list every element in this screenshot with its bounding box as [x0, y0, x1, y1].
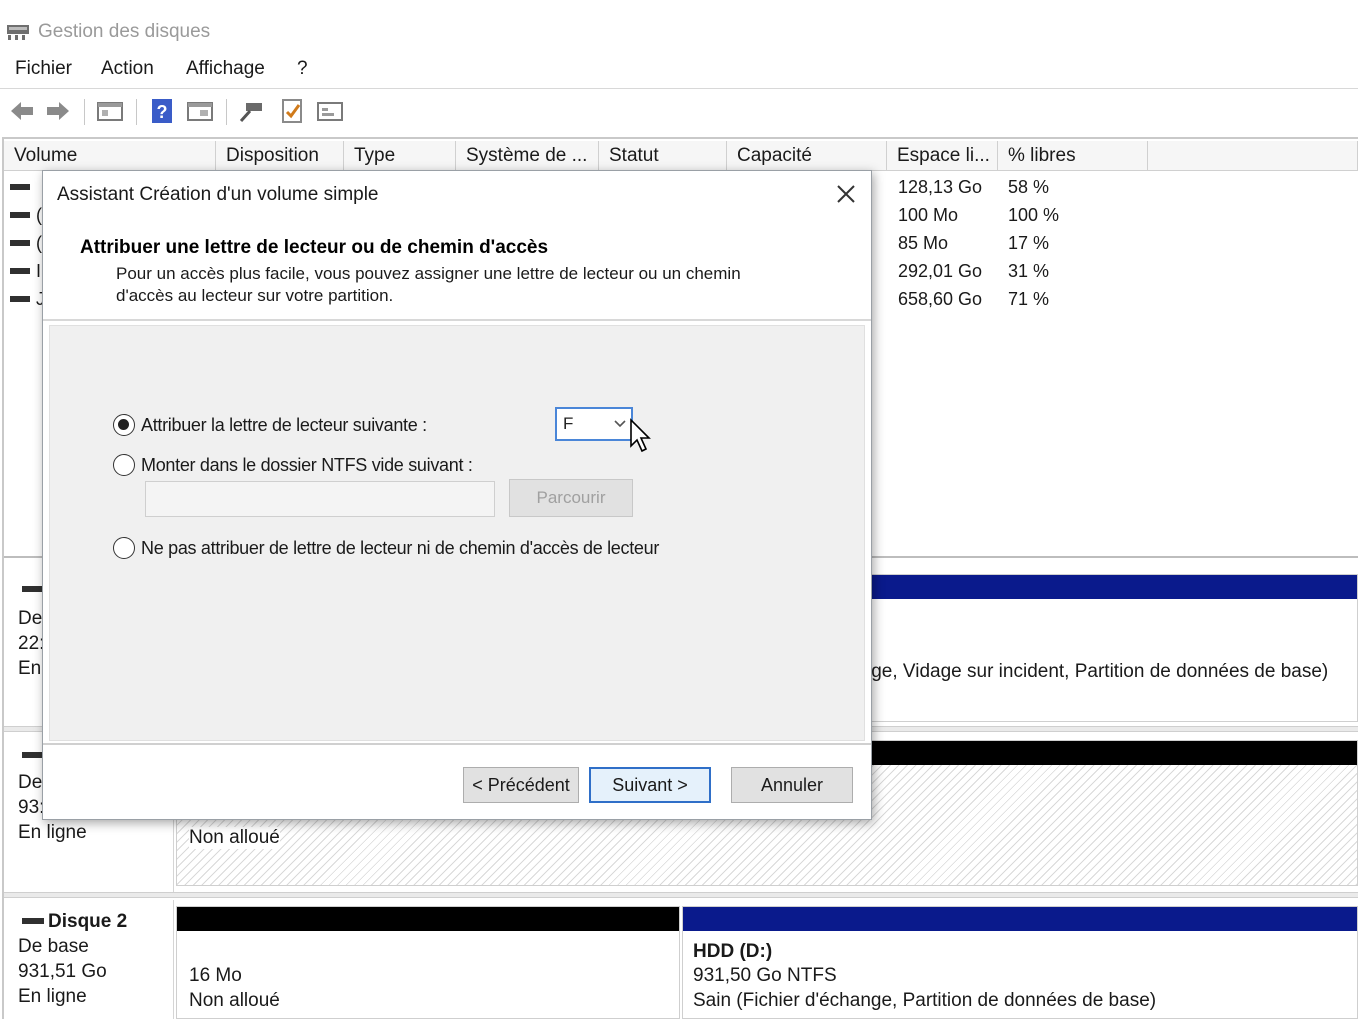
disk-icon [22, 918, 44, 924]
next-button[interactable]: Suivant > [589, 767, 711, 803]
chevron-down-icon [614, 420, 626, 428]
column-type[interactable]: Type [344, 141, 456, 171]
radio-assign-letter[interactable]: Attribuer la lettre de lecteur suivante … [113, 413, 433, 439]
column-volume[interactable]: Volume [4, 141, 216, 171]
forward-arrow-icon[interactable] [44, 97, 72, 125]
column-free-space[interactable]: Espace li... [887, 141, 998, 171]
back-button[interactable]: < Précédent [463, 767, 579, 803]
console-tree-icon[interactable] [96, 97, 124, 125]
disk-icon [22, 586, 44, 592]
column-percent-free[interactable]: % libres [998, 141, 1148, 171]
radio-button[interactable] [113, 454, 135, 476]
volume-icon [10, 268, 30, 274]
connect-disk-icon[interactable] [238, 97, 266, 125]
svg-text:?: ? [157, 102, 168, 122]
view-list-icon[interactable] [316, 97, 344, 125]
close-icon[interactable] [833, 181, 859, 207]
menu-fichier[interactable]: Fichier [15, 58, 72, 80]
properties-icon[interactable] [186, 97, 214, 125]
disk-2-label[interactable]: Disque 2 De base 931,51 Go En ligne [8, 900, 174, 1019]
cancel-button[interactable]: Annuler [731, 767, 853, 803]
radio-no-letter[interactable]: Ne pas attribuer de lettre de lecteur ni… [113, 536, 693, 562]
volume-icon [10, 296, 30, 302]
window-title: Gestion des disques [38, 21, 211, 42]
disk-icon [22, 752, 44, 758]
volume-icon [10, 184, 30, 190]
volume-icon [10, 240, 30, 246]
column-capacity[interactable]: Capacité [727, 141, 887, 171]
mouse-pointer-icon [630, 418, 651, 453]
header-divider [43, 319, 871, 321]
toolbar-separator [84, 99, 85, 125]
toolbar-separator [136, 99, 137, 125]
menu-help[interactable]: ? [297, 58, 308, 80]
folder-path-input[interactable] [145, 481, 495, 517]
disk-management-icon [7, 25, 29, 40]
dialog-body [49, 325, 865, 741]
disk-separator [4, 892, 1358, 898]
help-icon[interactable]: ? [148, 97, 176, 125]
new-simple-volume-wizard: Assistant Création d'un volume simple At… [42, 170, 872, 820]
browse-button[interactable]: Parcourir [509, 479, 633, 517]
column-empty [1148, 141, 1358, 171]
dialog-heading: Attribuer une lettre de lecteur ou de ch… [80, 237, 549, 258]
radio-mount-folder[interactable]: Monter dans le dossier NTFS vide suivant… [113, 453, 493, 479]
drive-letter-select[interactable]: F [555, 407, 633, 441]
menu-action[interactable]: Action [101, 58, 154, 80]
dialog-description: Pour un accès plus facile, vous pouvez a… [116, 264, 741, 305]
partition-bar [177, 907, 679, 931]
title-bar: Gestion des disques [0, 14, 1358, 50]
toolbar: ? [0, 88, 1358, 132]
dialog-title: Assistant Création d'un volume simple [57, 184, 379, 205]
column-status[interactable]: Statut [599, 141, 727, 171]
back-arrow-icon[interactable] [8, 97, 36, 125]
disk-2-partition-hdd[interactable]: HDD (D:) 931,50 Go NTFS Sain (Fichier d'… [682, 906, 1358, 1019]
radio-button[interactable] [113, 537, 135, 559]
radio-button[interactable] [113, 414, 135, 436]
footer-divider [43, 743, 871, 745]
column-file-system[interactable]: Système de ... [456, 141, 599, 171]
toolbar-separator [226, 99, 227, 125]
checklist-icon[interactable] [278, 97, 306, 125]
partition-bar [683, 907, 1357, 931]
menu-affichage[interactable]: Affichage [186, 58, 265, 80]
disk-2-unallocated[interactable]: 16 Mo Non alloué [176, 906, 680, 1019]
menu-bar: Fichier Action Affichage ? [0, 54, 1358, 84]
volume-icon [10, 212, 30, 218]
column-disposition[interactable]: Disposition [216, 141, 344, 171]
